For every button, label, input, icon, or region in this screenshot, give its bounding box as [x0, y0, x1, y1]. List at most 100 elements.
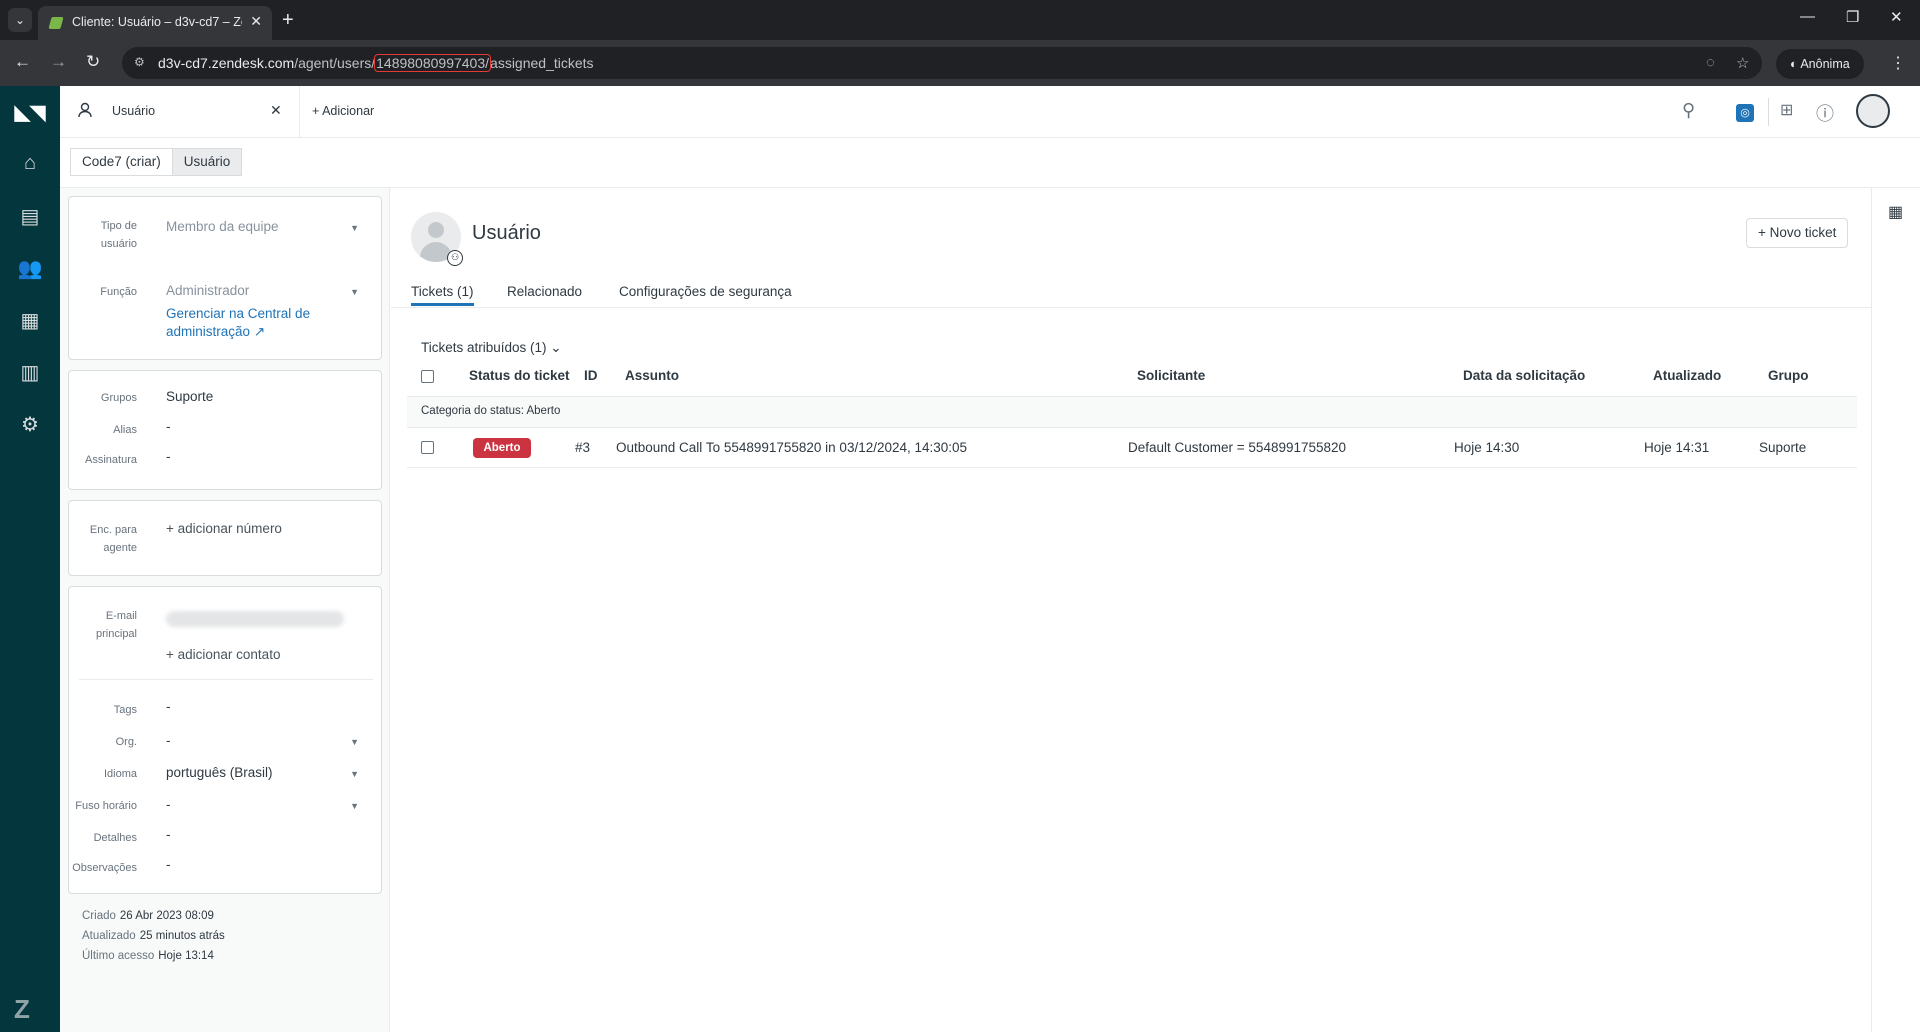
org-select[interactable]: - [166, 733, 171, 748]
groups-card: Grupos Suporte Alias - Assinatura - [68, 370, 382, 490]
organizations-icon[interactable]: ▦ [0, 308, 60, 333]
reload-icon[interactable]: ↻ [86, 52, 100, 72]
incognito-badge[interactable]: ◐ Anônima [1776, 49, 1864, 79]
forward-label: Enc. para agente [89, 524, 137, 554]
updated-label: Atualizado [82, 930, 136, 942]
browser-menu-icon[interactable]: ⋮ [1890, 53, 1906, 73]
status-group-prefix: Categoria do status: [421, 405, 527, 417]
tags-label: Tags [113, 704, 137, 716]
incognito-icon: ◐ [1790, 57, 1801, 71]
column-status[interactable]: Status do ticket [469, 368, 570, 383]
views-icon[interactable]: ▤ [0, 204, 60, 229]
role-select[interactable]: Administrador [166, 283, 249, 298]
manage-admin-center-link[interactable]: Gerenciar na Central de administração ↗ [166, 305, 336, 341]
signature-label: Assinatura [85, 454, 137, 466]
created-meta: Criado 26 Abr 2023 08:09 [82, 910, 214, 922]
breadcrumb-organization[interactable]: Code7 (criar) [70, 148, 173, 176]
restore-icon[interactable]: ❐ [1846, 8, 1859, 26]
timezone-caret-icon[interactable]: ▼ [350, 801, 359, 811]
status-group-row: Categoria do status: Aberto [407, 396, 1857, 428]
add-number-link[interactable]: + adicionar número [166, 521, 282, 536]
product-nav: ◣◥ ⌂ ▤ 👥 ▦ ▥ ⚙ Z [0, 86, 60, 1032]
search-icon[interactable]: ⚲ [1682, 100, 1695, 121]
column-id[interactable]: ID [584, 368, 598, 383]
zendesk-favicon-icon [48, 17, 64, 29]
tab-related[interactable]: Relacionado [507, 284, 582, 299]
url-user-id: 14898080997403/ [374, 54, 492, 72]
customers-icon[interactable]: 👥 [0, 256, 60, 281]
user-properties-panel: Tipo de usuário Membro da equipe ▼ Funçã… [60, 188, 390, 1032]
minimize-icon[interactable]: — [1800, 8, 1815, 25]
user-type-caret-icon[interactable]: ▼ [350, 223, 359, 233]
status-group-value: Aberto [526, 405, 561, 417]
browser-toolbar: ← → ↻ ⚙ d3v-cd7.zendesk.com/agent/users/… [0, 40, 1920, 86]
column-requester[interactable]: Solicitante [1137, 368, 1205, 383]
timezone-label: Fuso horário [75, 800, 137, 812]
language-caret-icon[interactable]: ▼ [350, 769, 359, 779]
back-icon[interactable]: ← [14, 52, 31, 72]
eye-off-icon[interactable]: ◌ [1706, 54, 1715, 71]
created-label: Criado [82, 910, 116, 922]
alias-value[interactable]: - [166, 419, 171, 434]
site-info-icon[interactable]: ⚙ [134, 55, 148, 69]
row-checkbox[interactable] [421, 441, 434, 454]
conversations-icon[interactable]: ◎ [1736, 104, 1754, 122]
email-label: E-mail principal [96, 610, 137, 640]
bookmark-star-icon[interactable]: ☆ [1736, 54, 1749, 72]
created-value: 26 Abr 2023 08:09 [119, 910, 214, 922]
last-access-meta: Último acesso Hoje 13:14 [82, 950, 214, 962]
ticket-requester[interactable]: Default Customer = 5548991755820 [1128, 440, 1346, 455]
home-icon[interactable]: ⌂ [0, 152, 60, 175]
ticket-id[interactable]: #3 [575, 440, 590, 455]
add-button[interactable]: + Adicionar [312, 104, 374, 118]
close-window-icon[interactable]: ✕ [1890, 8, 1903, 26]
notes-input[interactable]: - [166, 857, 171, 872]
reporting-icon[interactable]: ▥ [0, 360, 60, 385]
updated-value: 25 minutos atrás [139, 930, 225, 942]
admin-gear-icon[interactable]: ⚙ [0, 412, 60, 437]
browser-tab[interactable]: Cliente: Usuário – d3v-cd7 – Zendesk ✕ [38, 6, 272, 40]
signature-value[interactable]: - [166, 449, 171, 464]
tab-search-icon[interactable]: ⌄ [8, 8, 32, 32]
zendesk-product-icon[interactable]: ◣◥ [0, 100, 60, 125]
apps-icon[interactable]: ▦ [1888, 202, 1903, 222]
profile-avatar[interactable] [1856, 94, 1890, 128]
new-ticket-button[interactable]: + Novo ticket [1746, 218, 1849, 248]
column-group[interactable]: Grupo [1768, 368, 1809, 383]
agent-badge-icon: ⚇ [447, 250, 463, 266]
toolbar-divider [1768, 98, 1769, 126]
select-all-checkbox[interactable] [421, 370, 434, 383]
column-subject[interactable]: Assunto [625, 368, 679, 383]
assigned-tickets-dropdown[interactable]: Tickets atribuídos (1) ⌄ [421, 340, 562, 356]
language-select[interactable]: português (Brasil) [166, 765, 273, 780]
manage-admin-center-label: Gerenciar na Central de administração [166, 306, 311, 339]
tags-input[interactable]: - [166, 699, 171, 714]
user-type-label: Tipo de usuário [100, 220, 137, 250]
user-type-select[interactable]: Membro da equipe [166, 219, 279, 234]
add-contact-link[interactable]: + adicionar contato [166, 647, 280, 662]
apps-grid-icon[interactable]: ⊞ [1780, 100, 1793, 120]
tab-security-settings[interactable]: Configurações de segurança [619, 284, 792, 299]
close-tab-icon[interactable]: ✕ [270, 102, 282, 119]
groups-value[interactable]: Suporte [166, 389, 213, 404]
status-group-label: Categoria do status: Aberto [421, 405, 560, 417]
breadcrumb-user[interactable]: Usuário [171, 148, 243, 176]
ticket-requested-date: Hoje 14:30 [1454, 440, 1520, 455]
user-name-title[interactable]: Usuário [472, 222, 541, 245]
help-icon[interactable]: ⓘ [1816, 100, 1834, 126]
tab-tickets[interactable]: Tickets (1) [411, 284, 474, 306]
forward-icon[interactable]: → [50, 52, 67, 72]
column-updated[interactable]: Atualizado [1653, 368, 1721, 383]
timezone-select[interactable]: - [166, 797, 171, 812]
tab-close-icon[interactable]: ✕ [250, 13, 262, 30]
table-row[interactable]: Aberto #3 Outbound Call To 5548991755820… [407, 428, 1857, 468]
ticket-subject[interactable]: Outbound Call To 5548991755820 in 03/12/… [616, 440, 967, 455]
workspace-tab-user[interactable]: Usuário ✕ [60, 86, 300, 138]
address-bar[interactable]: ⚙ d3v-cd7.zendesk.com/agent/users/148980… [122, 47, 1762, 79]
new-tab-icon[interactable]: + [282, 8, 294, 32]
role-caret-icon[interactable]: ▼ [350, 287, 359, 297]
org-caret-icon[interactable]: ▼ [350, 737, 359, 747]
updated-meta: Atualizado 25 minutos atrás [82, 930, 225, 942]
details-input[interactable]: - [166, 827, 171, 842]
column-requested-date[interactable]: Data da solicitação [1463, 368, 1585, 383]
